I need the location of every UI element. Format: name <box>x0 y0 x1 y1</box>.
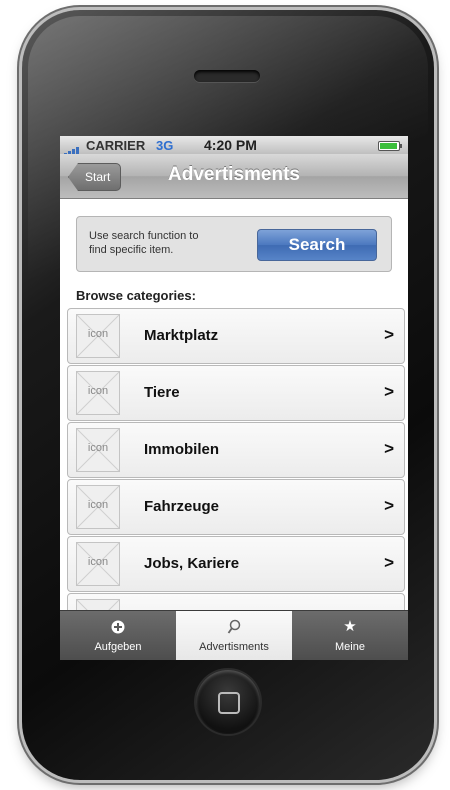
icon-placeholder-label: icon <box>87 328 109 340</box>
search-panel: Use search function to find specific ite… <box>76 216 392 272</box>
tab-meine[interactable]: ★ Meine <box>292 611 408 660</box>
star-icon: ★ <box>343 618 357 635</box>
chevron-right-icon: > <box>384 325 394 344</box>
category-row-marktplatz[interactable]: icon Marktplatz > <box>67 308 405 364</box>
icon-placeholder-label: icon <box>87 385 109 397</box>
plus-circle-icon <box>60 618 176 636</box>
category-row-immobilen[interactable]: icon Immobilen > <box>67 422 405 478</box>
category-name: Tiere <box>144 384 180 401</box>
carrier-name: CARRIER <box>86 138 146 153</box>
chevron-right-icon: > <box>384 382 394 401</box>
navigation-bar: Start Advertisments <box>60 154 408 199</box>
tab-label: Meine <box>335 641 365 653</box>
category-placeholder-icon: icon <box>76 314 120 358</box>
phone-frame: CARRIER 3G 4:20 PM Start Advertisments U… <box>22 10 434 780</box>
phone-screen: CARRIER 3G 4:20 PM Start Advertisments U… <box>60 136 408 660</box>
search-icon <box>176 618 292 636</box>
icon-placeholder-label: icon <box>87 442 109 454</box>
tab-label: Aufgeben <box>94 641 142 653</box>
category-row-fahrzeuge[interactable]: icon Fahrzeuge > <box>67 479 405 535</box>
network-type: 3G <box>156 138 174 153</box>
home-square-icon <box>218 692 240 714</box>
icon-placeholder-label: icon <box>87 499 109 511</box>
home-button[interactable] <box>196 670 260 734</box>
chevron-right-icon: > <box>384 553 394 572</box>
tab-label: Advertisments <box>199 641 269 653</box>
category-row-jobs[interactable]: icon Jobs, Kariere > <box>67 536 405 592</box>
search-hint-text: Use search function to find specific ite… <box>89 230 199 256</box>
category-name: Marktplatz <box>144 327 219 344</box>
status-bar: CARRIER 3G 4:20 PM <box>60 136 408 156</box>
category-placeholder-icon: icon <box>76 371 120 415</box>
browse-categories-heading: Browse categories: <box>76 288 196 303</box>
status-time: 4:20 PM <box>204 137 257 153</box>
battery-icon <box>378 141 402 151</box>
search-button[interactable]: Search <box>257 229 377 261</box>
category-row-tiere[interactable]: icon Tiere > <box>67 365 405 421</box>
tab-bar: Aufgeben Advertisments ★ Meine <box>60 610 408 660</box>
category-name: Immobilen <box>144 441 220 458</box>
tab-advertisments[interactable]: Advertisments <box>176 611 292 660</box>
category-placeholder-icon: icon <box>76 428 120 472</box>
category-placeholder-icon: icon <box>76 542 120 586</box>
icon-placeholder-label: icon <box>87 556 109 568</box>
category-name: Fahrzeuge <box>144 498 220 515</box>
category-name: Jobs, Kariere <box>144 555 240 572</box>
chevron-right-icon: > <box>384 496 394 515</box>
tab-aufgeben[interactable]: Aufgeben <box>60 611 176 660</box>
page-title: Advertisments <box>168 164 300 185</box>
chevron-right-icon: > <box>384 439 394 458</box>
speaker-grille <box>194 70 260 82</box>
category-placeholder-icon: icon <box>76 485 120 529</box>
